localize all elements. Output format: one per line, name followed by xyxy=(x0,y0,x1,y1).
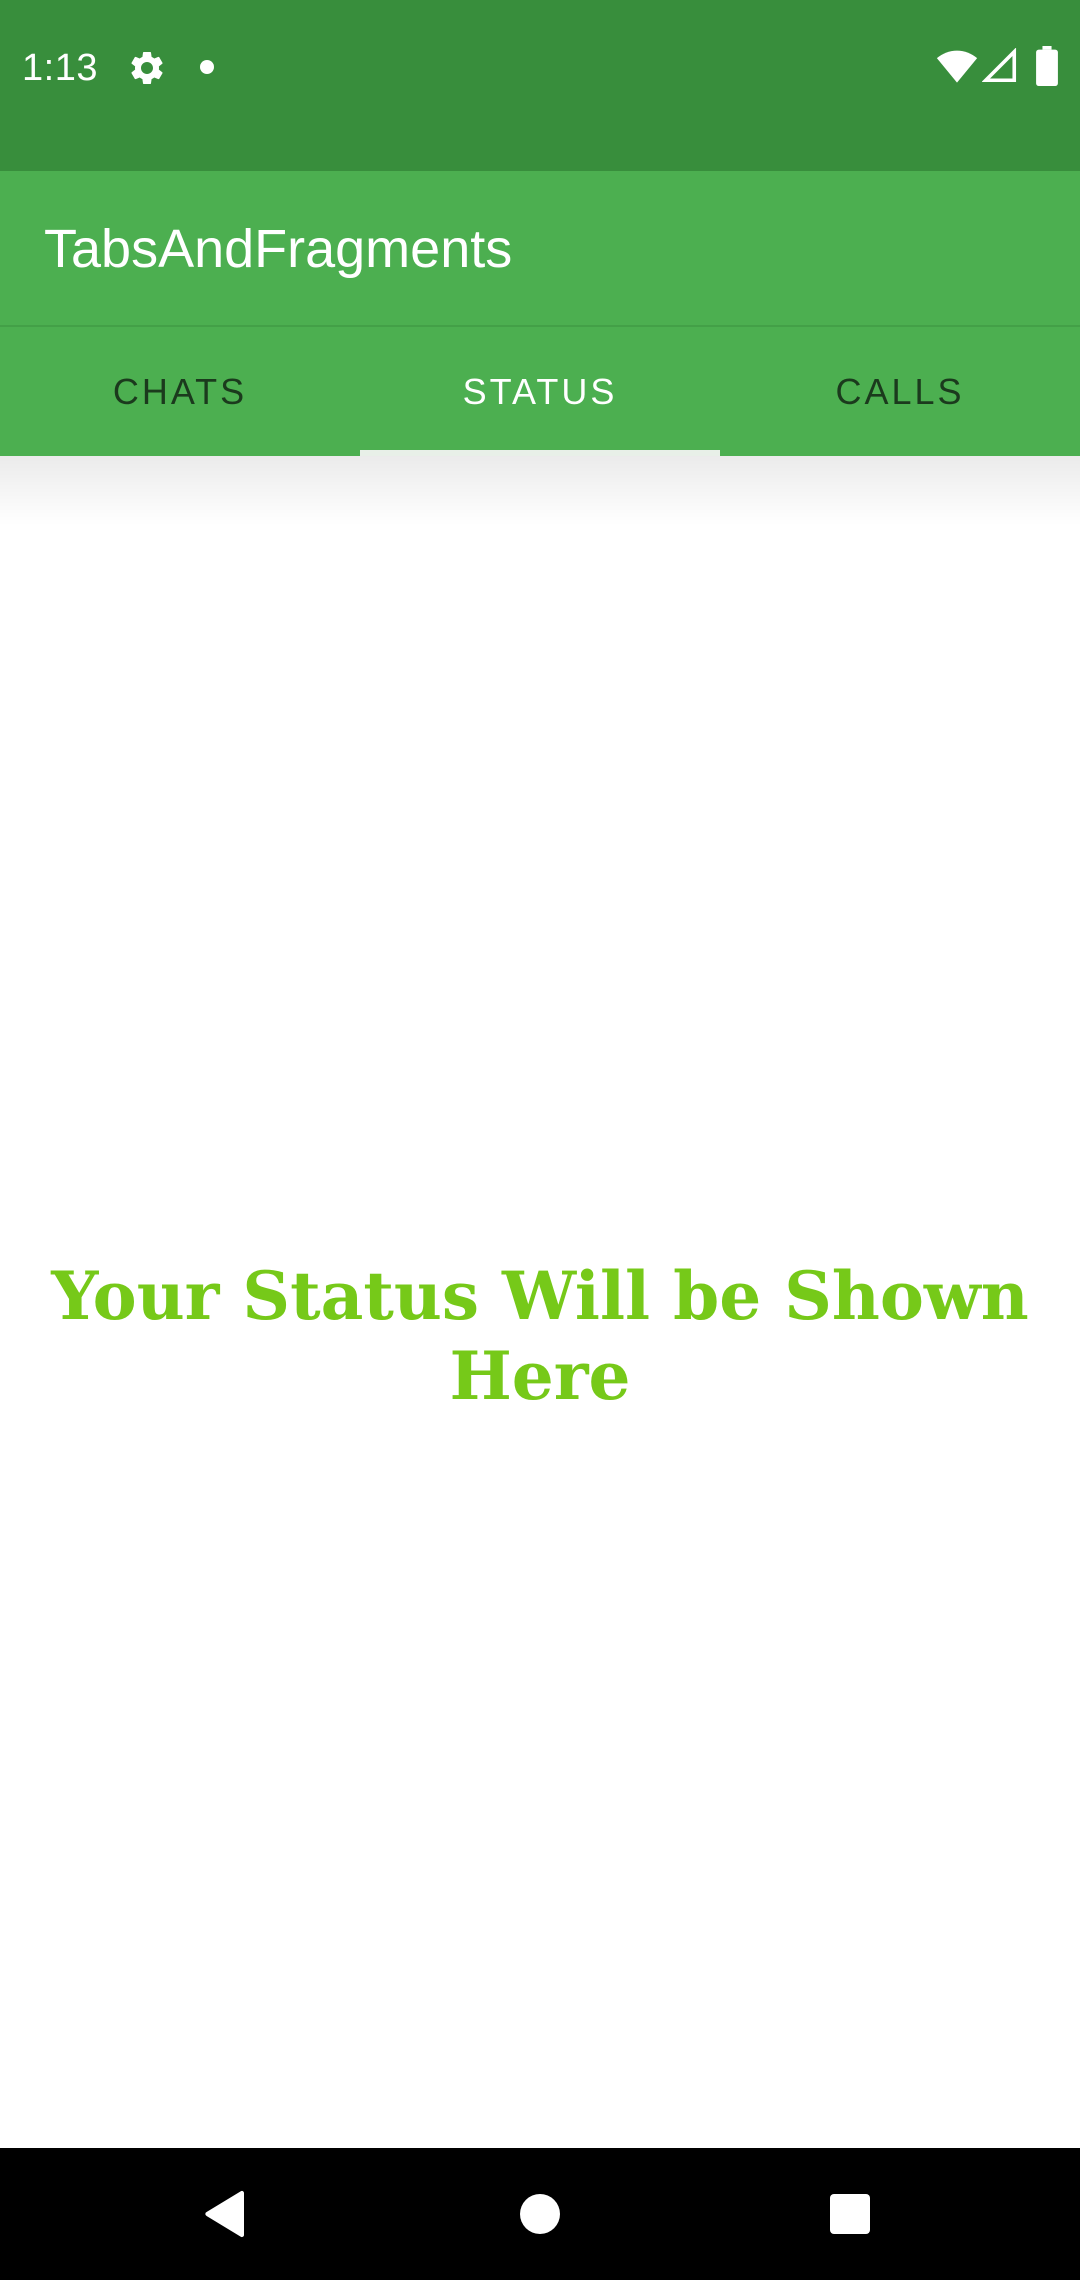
tab-bar: CHATS STATUS CALLS xyxy=(0,325,1080,456)
app-bar: TabsAndFragments xyxy=(0,171,1080,325)
app-title: TabsAndFragments xyxy=(44,219,513,279)
tab-label: CALLS xyxy=(835,370,965,412)
status-bar: 1:13 xyxy=(0,0,1080,171)
navigation-bar xyxy=(0,2148,1080,2280)
status-time: 1:13 xyxy=(22,47,98,89)
tab-label: CHATS xyxy=(112,370,248,412)
gear-icon xyxy=(131,51,163,84)
tab-label: STATUS xyxy=(462,370,618,412)
signal-icon xyxy=(982,48,1017,83)
tab-calls[interactable]: CALLS xyxy=(720,327,1080,456)
recents-icon[interactable] xyxy=(830,2194,870,2234)
tab-status[interactable]: STATUS xyxy=(360,327,720,456)
tab-bar-shadow xyxy=(0,456,1080,526)
back-icon[interactable] xyxy=(204,2190,246,2238)
battery-icon xyxy=(1036,46,1058,86)
wifi-icon xyxy=(936,50,978,83)
status-message: Your Status Will be Shown Here xyxy=(51,1257,1029,1415)
app-screen: 1:13 TabsAndFragments CHATS STATUS CALLS xyxy=(0,0,1080,2280)
home-icon[interactable] xyxy=(520,2194,560,2234)
tab-chats[interactable]: CHATS xyxy=(0,327,360,456)
status-fragment: Your Status Will be Shown Here xyxy=(0,456,1080,2148)
notification-dot-icon xyxy=(200,60,214,74)
